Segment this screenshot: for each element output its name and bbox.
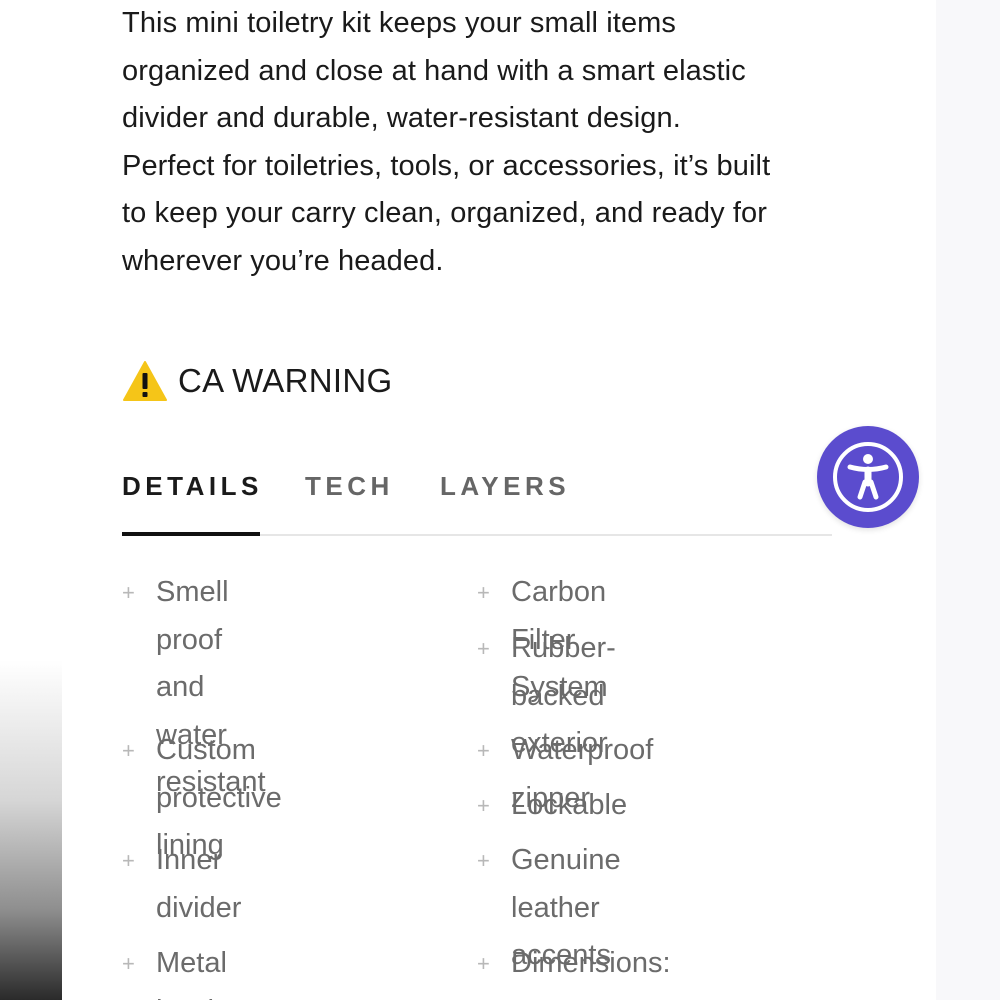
plus-icon: + [477, 951, 490, 976]
plus-icon: + [477, 848, 490, 873]
ca-warning-link[interactable]: CA WARNING [122, 357, 392, 405]
description-line: Perfect for toiletries, tools, or access… [122, 149, 771, 182]
plus-icon: + [477, 636, 490, 661]
list-item: + Metal hardware [122, 940, 277, 1000]
description-line: This mini toiletry kit keeps your small … [122, 7, 677, 39]
product-info-panel: This mini toiletry kit keeps your small … [62, 0, 936, 1000]
plus-icon: + [477, 793, 490, 818]
background-edge-right [936, 0, 1000, 1000]
ca-warning-label: CA WARNING [178, 362, 393, 399]
description-line: divider and durable, water-resistant des… [122, 102, 681, 134]
plus-icon: + [477, 738, 490, 763]
background-edge-left [0, 0, 62, 1000]
product-description: This mini toiletry kit keeps your small … [122, 0, 842, 285]
tab-details[interactable]: DETAILS [122, 466, 263, 506]
description-line: wherever you’re headed. [122, 244, 444, 277]
list-item: + Lockable [477, 782, 627, 830]
active-tab-indicator [122, 532, 260, 536]
accessibility-person-icon [833, 442, 903, 512]
description-line: organized and close at hand with a smart… [122, 54, 746, 87]
plus-icon: + [477, 580, 490, 605]
list-item: + Inner divider [122, 837, 241, 932]
product-tabs: DETAILS TECH LAYERS [122, 466, 832, 536]
plus-icon: + [122, 848, 135, 873]
plus-icon: + [122, 738, 135, 763]
list-item: + Dimensions: 7.5" x 4” x [477, 940, 671, 1000]
plus-icon: + [122, 951, 135, 976]
tab-tech[interactable]: TECH [305, 466, 394, 506]
warning-triangle-icon [123, 361, 167, 401]
accessibility-button[interactable] [817, 426, 919, 528]
description-line: to keep your carry clean, organized, and… [122, 197, 767, 229]
plus-icon: + [122, 580, 135, 605]
tab-layers[interactable]: LAYERS [440, 466, 570, 506]
